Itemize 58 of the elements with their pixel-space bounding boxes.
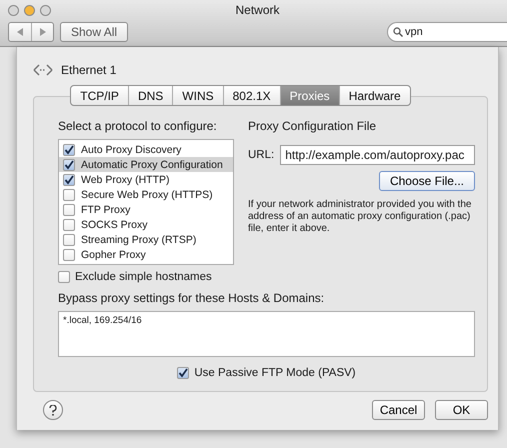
protocol-label: Automatic Proxy Configuration: [81, 158, 223, 170]
protocol-checkbox[interactable]: [63, 248, 75, 260]
passive-ftp-checkbox[interactable]: [177, 367, 190, 379]
protocol-row[interactable]: FTP Proxy: [59, 202, 233, 217]
protocol-row[interactable]: Automatic Proxy Configuration: [59, 157, 233, 172]
protocol-checkbox[interactable]: [63, 174, 75, 186]
protocol-checkbox[interactable]: [63, 188, 75, 200]
protocol-checkbox[interactable]: [63, 144, 75, 156]
protocol-row[interactable]: Auto Proxy Discovery: [59, 142, 233, 157]
protocol-label: Gopher Proxy: [81, 248, 146, 260]
right-triangle-icon: [39, 28, 46, 36]
protocol-row[interactable]: SOCKS Proxy: [59, 217, 233, 232]
tab[interactable]: WINS: [172, 86, 223, 105]
cancel-button[interactable]: Cancel: [372, 400, 425, 420]
protocol-checkbox[interactable]: [63, 158, 75, 170]
tab[interactable]: Proxies: [280, 86, 339, 105]
bypass-field[interactable]: *.local, 169.254/16: [58, 311, 475, 357]
protocol-label: FTP Proxy: [81, 204, 130, 216]
config-heading: Proxy Configuration File: [248, 119, 378, 133]
left-triangle-icon: [16, 28, 24, 36]
protocol-label: Auto Proxy Discovery: [81, 144, 182, 156]
minimize-button[interactable]: [24, 4, 35, 16]
ok-button[interactable]: OK: [435, 400, 488, 420]
protocol-checkbox[interactable]: [63, 234, 75, 246]
tab[interactable]: TCP/IP: [71, 86, 128, 105]
ethernet-icon: [33, 63, 53, 77]
url-field[interactable]: http://example.com/autoproxy.pac: [280, 145, 475, 165]
protocol-label: Secure Web Proxy (HTTPS): [81, 188, 213, 200]
protocol-heading: Select a protocol to configure:: [58, 119, 218, 133]
help-button[interactable]: [43, 400, 63, 420]
question-mark-icon: [49, 404, 57, 416]
choose-file-button[interactable]: Choose File...: [378, 171, 475, 191]
exclude-label: Exclude simple hostnames: [75, 271, 212, 283]
passive-ftp-label: Use Passive FTP Mode (PASV): [194, 367, 356, 379]
show-all-button[interactable]: Show All: [60, 22, 128, 42]
window-title: Network: [236, 3, 280, 17]
protocol-label: Web Proxy (HTTP): [81, 174, 170, 186]
protocol-row[interactable]: Streaming Proxy (RTSP): [59, 232, 233, 247]
protocol-row[interactable]: Web Proxy (HTTP): [59, 172, 233, 187]
search-icon: [393, 27, 403, 37]
exclude-checkbox[interactable]: [58, 271, 70, 283]
protocol-checkbox[interactable]: [63, 218, 75, 230]
checkmark-icon: [178, 368, 188, 378]
url-label: URL:: [248, 149, 274, 161]
protocol-row[interactable]: Gopher Proxy: [59, 247, 233, 262]
interface-name: Ethernet 1: [61, 63, 116, 77]
close-button[interactable]: [8, 4, 19, 16]
protocol-label: SOCKS Proxy: [81, 218, 148, 230]
search-field[interactable]: vpn: [387, 22, 507, 42]
back-forward-control[interactable]: [8, 22, 54, 42]
protocol-checkbox[interactable]: [63, 204, 75, 216]
zoom-button[interactable]: [40, 4, 51, 16]
tab[interactable]: DNS: [128, 86, 172, 105]
protocol-label: Streaming Proxy (RTSP): [81, 234, 196, 246]
tab[interactable]: Hardware: [338, 86, 410, 105]
bypass-label: Bypass proxy settings for these Hosts & Domains:: [58, 291, 326, 305]
protocol-row[interactable]: Secure Web Proxy (HTTPS): [59, 187, 233, 202]
help-text: If your network administrator provided you with the address of an automatic proxy configuration (.pac) file, enter it above.: [248, 199, 472, 235]
